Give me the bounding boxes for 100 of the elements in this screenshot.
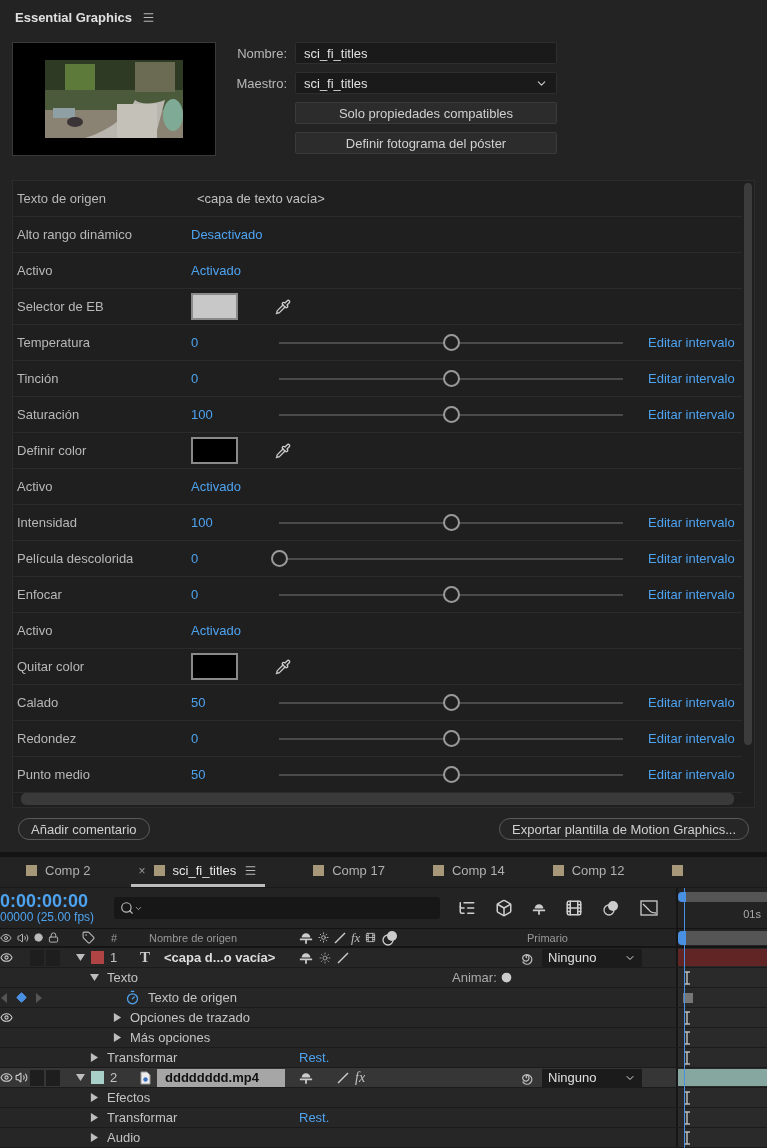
triangle-icon[interactable] bbox=[90, 1093, 99, 1102]
comp-tab[interactable]: Comp 12 bbox=[544, 857, 633, 887]
edit-range-link[interactable]: Editar intervalo bbox=[648, 767, 735, 782]
lock-toggle[interactable] bbox=[46, 1069, 60, 1086]
parent-dropdown[interactable]: Ninguno bbox=[542, 1068, 642, 1087]
label-color-swatch[interactable] bbox=[91, 951, 104, 964]
triangle-icon[interactable] bbox=[76, 953, 85, 962]
label-color-swatch[interactable] bbox=[91, 1071, 104, 1084]
slider-value[interactable]: 0 bbox=[191, 731, 270, 746]
toggle-link[interactable]: Activado bbox=[191, 263, 241, 278]
triangle-icon[interactable] bbox=[113, 1013, 122, 1022]
edit-range-link[interactable]: Editar intervalo bbox=[648, 335, 735, 350]
in-point-icon bbox=[683, 1130, 691, 1145]
panel-button[interactable]: Solo propiedades compatibles bbox=[295, 102, 557, 124]
layer-name[interactable]: <capa d...o vacía> bbox=[156, 948, 284, 967]
comp-tab[interactable]: × sci_fi_titles bbox=[130, 857, 266, 887]
slider-value[interactable]: 50 bbox=[191, 767, 270, 782]
slider-value[interactable]: 0 bbox=[191, 587, 270, 602]
timecode[interactable]: 0:00:00:00 bbox=[0, 891, 114, 912]
property-label: Redondez bbox=[17, 731, 78, 746]
comp-tab[interactable]: Comp 17 bbox=[305, 857, 393, 887]
edit-range-link[interactable]: Editar intervalo bbox=[648, 515, 735, 530]
slider-value[interactable]: 50 bbox=[191, 695, 270, 710]
slider-thumb[interactable] bbox=[443, 694, 460, 711]
footer-button[interactable]: Añadir comentario bbox=[18, 818, 150, 840]
panel-button[interactable]: Definir fotograma del póster bbox=[295, 132, 557, 154]
name-field[interactable]: sci_fi_titles bbox=[295, 42, 557, 64]
toggle-link[interactable]: Activado bbox=[191, 623, 241, 638]
slash-icon[interactable] bbox=[337, 1071, 349, 1084]
color-swatch[interactable] bbox=[191, 437, 238, 464]
slider-value[interactable]: 0 bbox=[191, 335, 270, 350]
slider-thumb[interactable] bbox=[443, 370, 460, 387]
dome-icon[interactable] bbox=[299, 951, 313, 964]
triangle-icon[interactable] bbox=[90, 973, 99, 982]
dome-icon[interactable] bbox=[532, 901, 546, 915]
slash-icon[interactable] bbox=[337, 951, 349, 964]
footer-button[interactable]: Exportar plantilla de Motion Graphics... bbox=[499, 818, 749, 840]
property-label: Calado bbox=[17, 695, 60, 710]
triangle-icon[interactable] bbox=[90, 1113, 99, 1122]
parent-dropdown[interactable]: Ninguno bbox=[542, 948, 642, 967]
triangle-icon[interactable] bbox=[76, 1073, 85, 1082]
cube-icon[interactable] bbox=[495, 899, 513, 917]
dome-icon[interactable] bbox=[299, 931, 313, 944]
fx-switch[interactable]: fx bbox=[355, 1069, 366, 1086]
slash-icon[interactable] bbox=[334, 931, 346, 944]
slider-value[interactable]: 100 bbox=[191, 515, 270, 530]
menu-icon[interactable] bbox=[244, 864, 258, 877]
sun-icon[interactable] bbox=[319, 951, 331, 964]
triangle-icon[interactable] bbox=[113, 1033, 122, 1042]
edit-range-link[interactable]: Editar intervalo bbox=[648, 731, 735, 746]
horizontal-scrollbar[interactable] bbox=[21, 793, 734, 805]
comp-tab[interactable]: Comp 2 bbox=[18, 857, 99, 887]
color-swatch[interactable] bbox=[191, 293, 238, 320]
triangle-icon[interactable] bbox=[90, 1053, 99, 1062]
toggle-link[interactable]: Activado bbox=[191, 479, 241, 494]
toggle-link[interactable]: Desactivado bbox=[191, 227, 263, 242]
close-icon[interactable]: × bbox=[138, 863, 146, 878]
property-label: Película descolorida bbox=[17, 551, 135, 566]
reset-link[interactable]: Rest. bbox=[299, 1110, 330, 1125]
master-dropdown[interactable]: sci_fi_titles bbox=[295, 72, 557, 94]
edit-range-link[interactable]: Editar intervalo bbox=[648, 551, 735, 566]
list-tree-icon[interactable] bbox=[458, 899, 476, 917]
slider-value[interactable]: 100 bbox=[191, 407, 270, 422]
keyframe-icon[interactable] bbox=[16, 992, 27, 1003]
slider-thumb[interactable] bbox=[271, 550, 288, 567]
slider-thumb[interactable] bbox=[443, 406, 460, 423]
layer-name[interactable]: dddddddd.mp4 bbox=[157, 1068, 285, 1087]
eye-icon[interactable] bbox=[0, 1071, 13, 1084]
vertical-scrollbar[interactable] bbox=[744, 183, 752, 745]
speaker-icon[interactable] bbox=[15, 1071, 28, 1084]
graph-icon[interactable] bbox=[639, 899, 659, 917]
speaker-icon bbox=[17, 931, 29, 944]
color-swatch[interactable] bbox=[191, 653, 238, 680]
menu-icon[interactable] bbox=[142, 10, 156, 24]
eyedropper-icon[interactable] bbox=[275, 298, 291, 315]
circles-icon[interactable] bbox=[381, 929, 400, 946]
edit-range-link[interactable]: Editar intervalo bbox=[648, 407, 735, 422]
edit-range-link[interactable]: Editar intervalo bbox=[648, 587, 735, 602]
eye-icon[interactable] bbox=[0, 951, 13, 964]
edit-range-link[interactable]: Editar intervalo bbox=[648, 695, 735, 710]
dome-icon[interactable] bbox=[299, 1071, 313, 1084]
circles-icon[interactable] bbox=[602, 900, 620, 916]
slider-value[interactable]: 0 bbox=[191, 551, 270, 566]
triangle-icon[interactable] bbox=[90, 1133, 99, 1142]
stopwatch-icon[interactable] bbox=[125, 990, 140, 1005]
solo-toggle[interactable] bbox=[30, 1069, 44, 1086]
slider-value[interactable]: 0 bbox=[191, 371, 270, 386]
eyedropper-icon[interactable] bbox=[275, 442, 291, 459]
eye-icon[interactable] bbox=[0, 1011, 13, 1024]
comp-tab[interactable]: Comp 14 bbox=[424, 857, 513, 887]
edit-range-link[interactable]: Editar intervalo bbox=[648, 371, 735, 386]
eyedropper-icon[interactable] bbox=[275, 658, 291, 675]
film-icon[interactable] bbox=[565, 899, 583, 917]
slider-thumb[interactable] bbox=[443, 586, 460, 603]
slider-thumb[interactable] bbox=[443, 514, 460, 531]
slider-thumb[interactable] bbox=[443, 334, 460, 351]
reset-link[interactable]: Rest. bbox=[299, 1050, 330, 1065]
search-field[interactable] bbox=[114, 897, 440, 919]
slider-thumb[interactable] bbox=[443, 766, 460, 783]
slider-thumb[interactable] bbox=[443, 730, 460, 747]
